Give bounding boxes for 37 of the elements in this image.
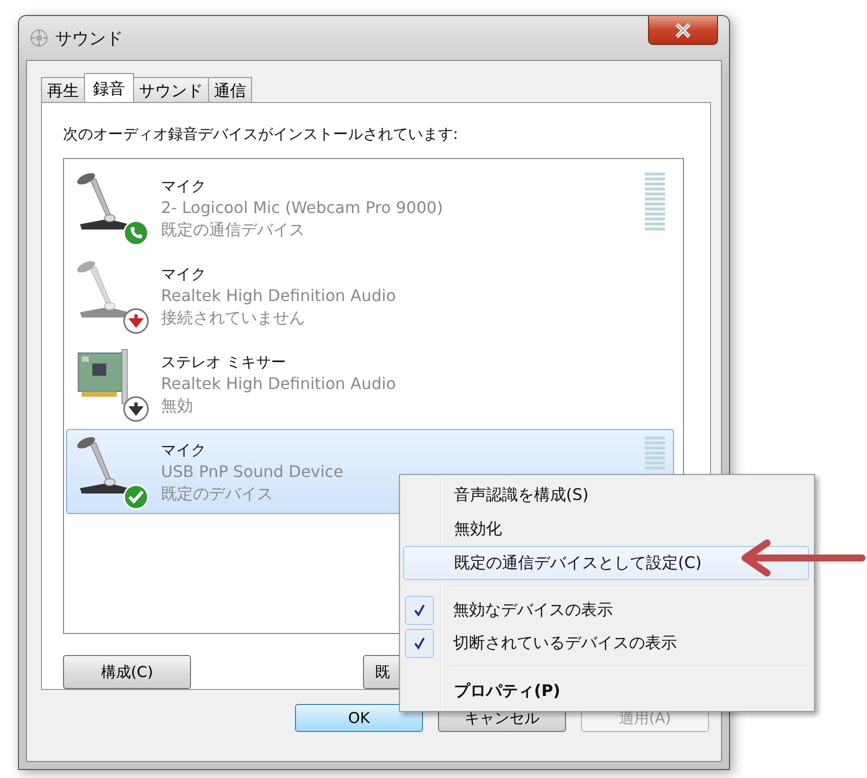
close-icon (674, 22, 692, 38)
window-title: サウンド (55, 28, 124, 50)
menu-item[interactable]: 無効なデバイスの表示 (434, 600, 613, 621)
device-status: 既定の通信デバイス (161, 218, 305, 240)
device-row[interactable]: ステレオ ミキサー Realtek High Definition Audio 無効 (66, 341, 674, 426)
check-icon (413, 604, 426, 617)
device-description: Realtek High Definition Audio (161, 284, 396, 306)
down-arrow-badge-icon (123, 396, 149, 422)
device-name: マイク (161, 440, 206, 460)
device-status: 既定のデバイス (161, 482, 273, 504)
menu-item[interactable]: 既定の通信デバイスとして設定(C) (403, 546, 809, 580)
device-description: Realtek High Definition Audio (161, 372, 396, 394)
check-badge-icon (123, 484, 149, 510)
down-arrow-badge-icon (123, 308, 149, 334)
tab[interactable]: サウンド (133, 77, 209, 102)
phone-badge-icon (123, 220, 149, 246)
button[interactable]: OK (295, 704, 423, 732)
tab[interactable]: 通信 (208, 77, 252, 102)
device-row[interactable]: マイク Realtek High Definition Audio 接続されていません (66, 253, 674, 338)
device-name: マイク (161, 264, 206, 284)
close-button[interactable] (648, 16, 718, 45)
button[interactable]: 構成(C) (63, 655, 191, 689)
tab[interactable]: 再生 (41, 77, 85, 102)
level-meter-icon (645, 436, 665, 470)
device-name: マイク (161, 176, 206, 196)
check-icon (413, 637, 426, 650)
menu-item[interactable]: 無効化 (403, 512, 809, 546)
tab[interactable]: 録音 (84, 73, 134, 102)
device-row[interactable]: マイク 2- Logicool Mic (Webcam Pro 9000) 既定の通信デバイス (66, 165, 674, 250)
device-status: 接続されていません (161, 306, 305, 328)
intro-text: 次のオーディオ録音デバイスがインストールされています: (63, 125, 460, 144)
device-name: ステレオ ミキサー (161, 352, 286, 372)
level-meter-icon (645, 172, 665, 231)
device-description: 2- Logicool Mic (Webcam Pro 9000) (161, 196, 443, 218)
menu-item[interactable]: 切断されているデバイスの表示 (434, 633, 677, 654)
device-description: USB PnP Sound Device (161, 460, 344, 482)
device-status: 無効 (161, 394, 193, 416)
